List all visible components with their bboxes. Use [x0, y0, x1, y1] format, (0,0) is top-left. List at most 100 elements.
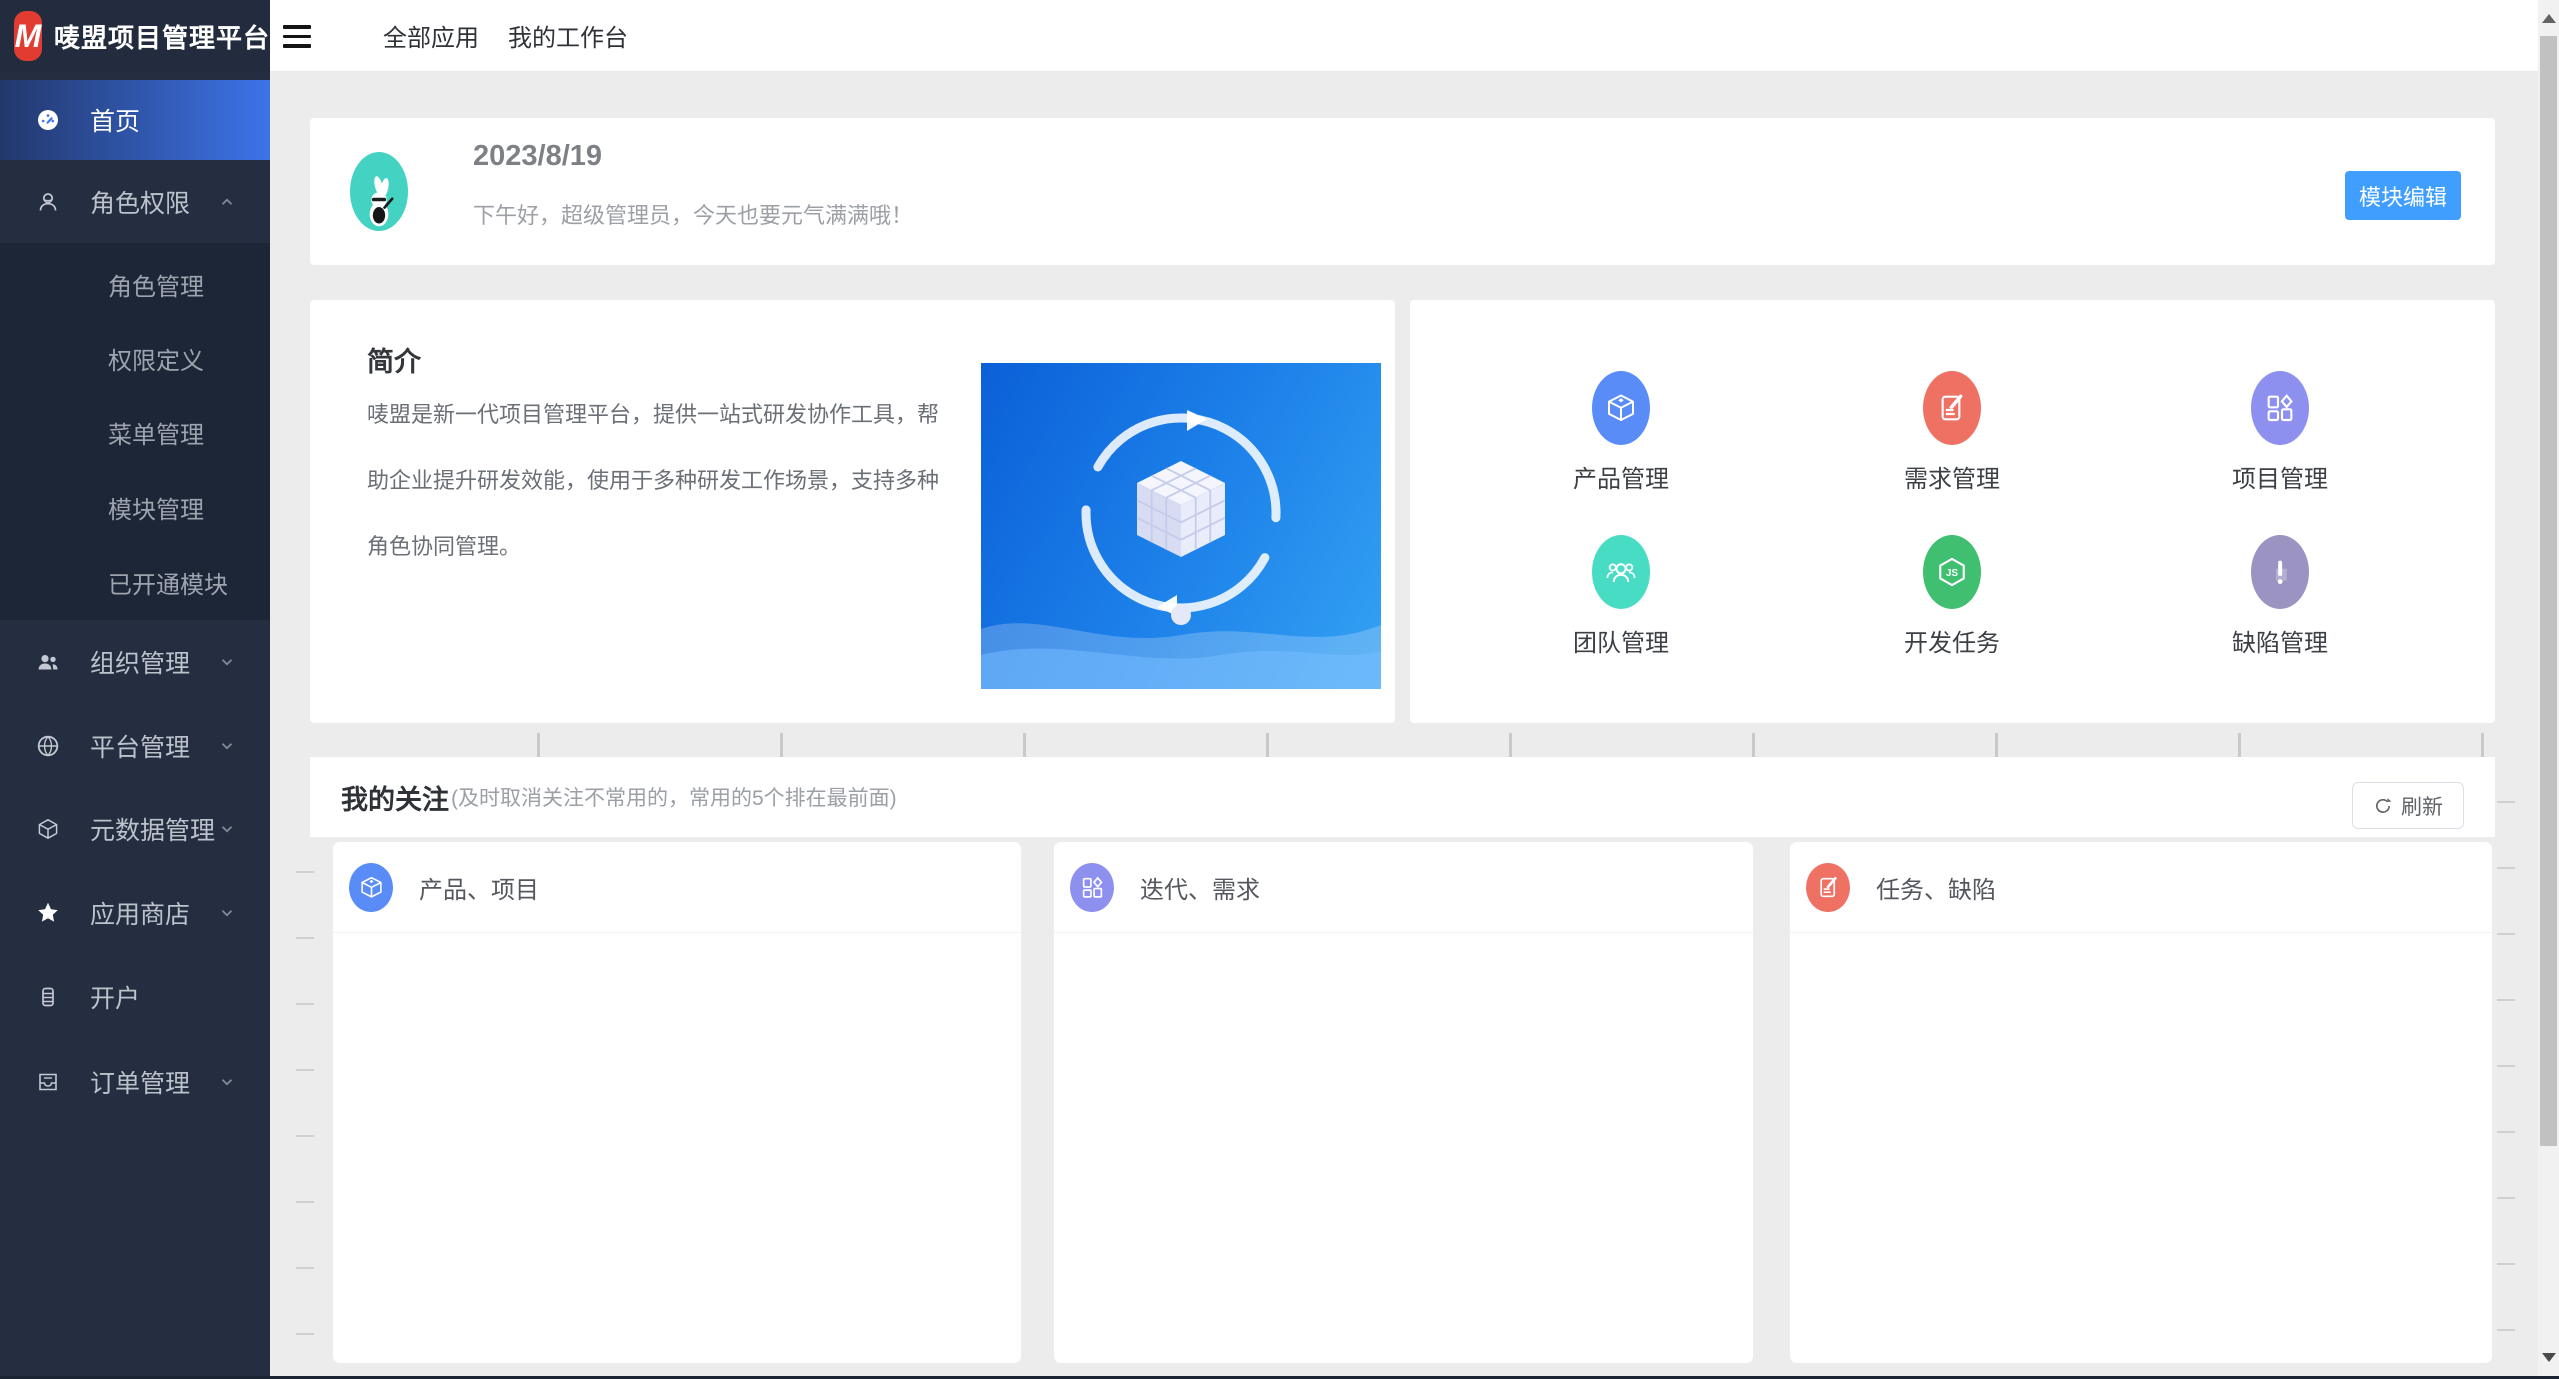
platform-icon	[36, 734, 60, 758]
grid-tick	[1995, 733, 1998, 759]
grid-tick	[1509, 733, 1512, 759]
sidebar-item-order[interactable]: 订单管理	[0, 1042, 270, 1122]
sidebar-item-label: 角色权限	[90, 184, 190, 220]
rabbit-mascot-icon	[357, 171, 401, 231]
brand: M 唛盟项目管理平台	[0, 0, 270, 72]
follow-card-header[interactable]: 产品、项目	[333, 842, 1021, 933]
intro-card: 简介 唛盟是新一代项目管理平台，提供一站式研发协作工具，帮助企业提升研发效能，使…	[310, 300, 1395, 723]
grid-tick	[780, 733, 783, 759]
module-dev-task[interactable]: JS 开发任务	[1862, 535, 2042, 658]
chevron-down-icon	[218, 904, 236, 922]
sidebar-item-label: 组织管理	[90, 644, 190, 680]
module-requirement-management[interactable]: 需求管理	[1862, 371, 2042, 494]
module-label: 需求管理	[1904, 459, 2000, 494]
sidebar: 首页 角色权限 角色管理 权限定义 菜单管理 模块管理 已开通模块 组织管理 平…	[0, 72, 270, 1379]
ruler-line	[2497, 1263, 2515, 1265]
sidebar-item-label: 开户	[90, 979, 140, 1015]
module-label: 团队管理	[1573, 623, 1669, 658]
project-kanban-icon	[2251, 371, 2309, 445]
dev-task-js-icon: JS	[1923, 535, 1981, 609]
follow-card-product-project: 产品、项目	[332, 841, 1022, 1364]
sidebar-item-label: 应用商店	[90, 895, 190, 931]
module-team-management[interactable]: 团队管理	[1531, 535, 1711, 658]
scrollbar-thumb[interactable]	[2540, 36, 2557, 1146]
sidebar-item-role-permission[interactable]: 角色权限	[0, 162, 270, 242]
sidebar-item-organization[interactable]: 组织管理	[0, 622, 270, 702]
app-store-icon	[36, 901, 60, 925]
module-edit-button[interactable]: 模块编辑	[2345, 171, 2461, 220]
welcome-banner: 2023/8/19 下午好，超级管理员，今天也要元气满满哦！ 模块编辑	[310, 118, 2495, 265]
sidebar-subitem-menu-management[interactable]: 菜单管理	[0, 402, 270, 462]
module-label: 开发任务	[1904, 623, 2000, 658]
scroll-up-icon	[2542, 14, 2556, 23]
account-open-icon	[36, 985, 60, 1009]
requirement-doc-icon	[1806, 863, 1850, 912]
module-label: 项目管理	[2232, 459, 2328, 494]
app-logo: M	[14, 11, 42, 61]
grid-tick	[1752, 733, 1755, 759]
sidebar-item-home[interactable]: 首页	[0, 80, 270, 160]
sidebar-item-label: 首页	[90, 102, 140, 138]
module-label: 缺陷管理	[2232, 623, 2328, 658]
module-product-management[interactable]: 产品管理	[1531, 371, 1711, 494]
scroll-down-button[interactable]	[2538, 1339, 2559, 1375]
refresh-label: 刷新	[2401, 791, 2443, 821]
sidebar-item-platform[interactable]: 平台管理	[0, 706, 270, 786]
refresh-icon	[2373, 796, 2393, 816]
ruler-line	[296, 1003, 314, 1005]
module-defect-management[interactable]: 缺陷管理	[2190, 535, 2370, 658]
scroll-up-button[interactable]	[2538, 0, 2559, 36]
ruler-line	[2497, 1329, 2515, 1331]
ruler-line	[296, 1333, 314, 1335]
app-window: M 唛盟项目管理平台 全部应用 我的工作台 下午好， 超级管理员 消息中心 7 …	[0, 0, 2559, 1379]
sidebar-collapse-icon[interactable]	[283, 25, 311, 48]
ruler-line	[2497, 1197, 2515, 1199]
follow-card-header[interactable]: 迭代、需求	[1054, 842, 1753, 933]
sidebar-subitem-permission-definition[interactable]: 权限定义	[0, 328, 270, 388]
ruler-line	[2497, 1065, 2515, 1067]
requirement-doc-icon	[1923, 371, 1981, 445]
refresh-button[interactable]: 刷新	[2352, 782, 2464, 829]
chevron-down-icon	[218, 820, 236, 838]
tab-all-apps[interactable]: 全部应用	[383, 0, 479, 71]
sidebar-item-label: 订单管理	[90, 1064, 190, 1100]
ruler-line	[296, 1201, 314, 1203]
dashboard-icon	[36, 108, 60, 132]
chevron-up-icon	[218, 193, 236, 211]
sidebar-item-account-open[interactable]: 开户	[0, 957, 270, 1037]
metadata-icon	[36, 817, 60, 841]
grid-tick	[537, 733, 540, 759]
grid-tick	[2238, 733, 2241, 759]
module-project-management[interactable]: 项目管理	[2190, 371, 2370, 494]
modules-card: 产品管理 需求管理 项目管理 团队管理 JS 开发任务 缺陷管理	[1410, 300, 2495, 723]
product-box-icon	[1592, 371, 1650, 445]
sidebar-subitem-role-management[interactable]: 角色管理	[0, 254, 270, 314]
sidebar-item-app-store[interactable]: 应用商店	[0, 873, 270, 953]
intro-description: 唛盟是新一代项目管理平台，提供一站式研发协作工具，帮助企业提升研发效能，使用于多…	[367, 382, 952, 580]
tab-my-workbench[interactable]: 我的工作台	[508, 0, 628, 71]
top-bar: M 唛盟项目管理平台 全部应用 我的工作台 下午好， 超级管理员 消息中心 7 …	[0, 0, 2559, 72]
ruler-line	[2497, 801, 2515, 803]
chevron-down-icon	[218, 737, 236, 755]
intro-title: 简介	[367, 340, 421, 379]
my-follow-header: 我的关注 (及时取消关注不常用的，常用的5个排在最前面) 刷新	[310, 757, 2495, 837]
grid-tick	[1023, 733, 1026, 759]
my-follow-subtitle: (及时取消关注不常用的，常用的5个排在最前面)	[451, 782, 897, 812]
sidebar-subitem-module-management[interactable]: 模块管理	[0, 477, 270, 537]
intro-illustration	[981, 363, 1381, 689]
sidebar-item-metadata[interactable]: 元数据管理	[0, 789, 270, 869]
ruler-line	[296, 1135, 314, 1137]
vertical-scrollbar	[2538, 0, 2559, 1379]
sidebar-subitem-opened-modules[interactable]: 已开通模块	[0, 552, 270, 612]
follow-card-iteration-requirement: 迭代、需求	[1053, 841, 1754, 1364]
module-label: 产品管理	[1573, 459, 1669, 494]
follow-card-header[interactable]: 任务、缺陷	[1790, 842, 2492, 933]
current-date: 2023/8/19	[473, 140, 602, 173]
ruler-line	[2497, 999, 2515, 1001]
order-icon	[36, 1070, 60, 1094]
ruler-line	[296, 871, 314, 873]
chevron-down-icon	[218, 1073, 236, 1091]
sidebar-item-label: 元数据管理	[90, 811, 215, 847]
organization-icon	[36, 650, 60, 674]
role-permission-icon	[36, 190, 60, 214]
